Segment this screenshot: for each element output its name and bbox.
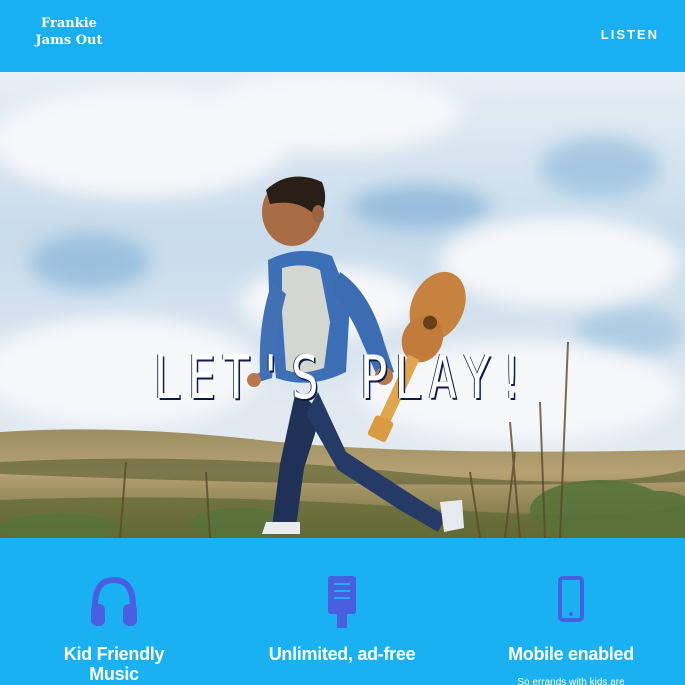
mobile-phone-icon: [457, 574, 685, 630]
feature-title: Kid Friendly Music: [63, 644, 165, 684]
hero-image: [0, 72, 685, 538]
site-header: Frankie Jams Out LISTEN: [0, 0, 685, 72]
features-section: Kid Friendly Music Unlimited, ad-free Mo…: [0, 538, 685, 685]
nav-listen-link[interactable]: LISTEN: [601, 27, 659, 42]
logo-line-1: Frankie: [41, 16, 97, 31]
feature-title: Mobile enabled: [508, 644, 634, 664]
microphone-icon: [228, 574, 456, 630]
feature-description: So errands with kids are: [517, 677, 625, 685]
hero-banner: LET'S PLAY!: [0, 72, 685, 538]
site-logo[interactable]: Frankie Jams Out: [14, 15, 124, 49]
headphones-icon: [0, 574, 228, 630]
feature-title: Unlimited, ad-free: [268, 644, 416, 664]
logo-line-2: Jams Out: [35, 33, 103, 48]
